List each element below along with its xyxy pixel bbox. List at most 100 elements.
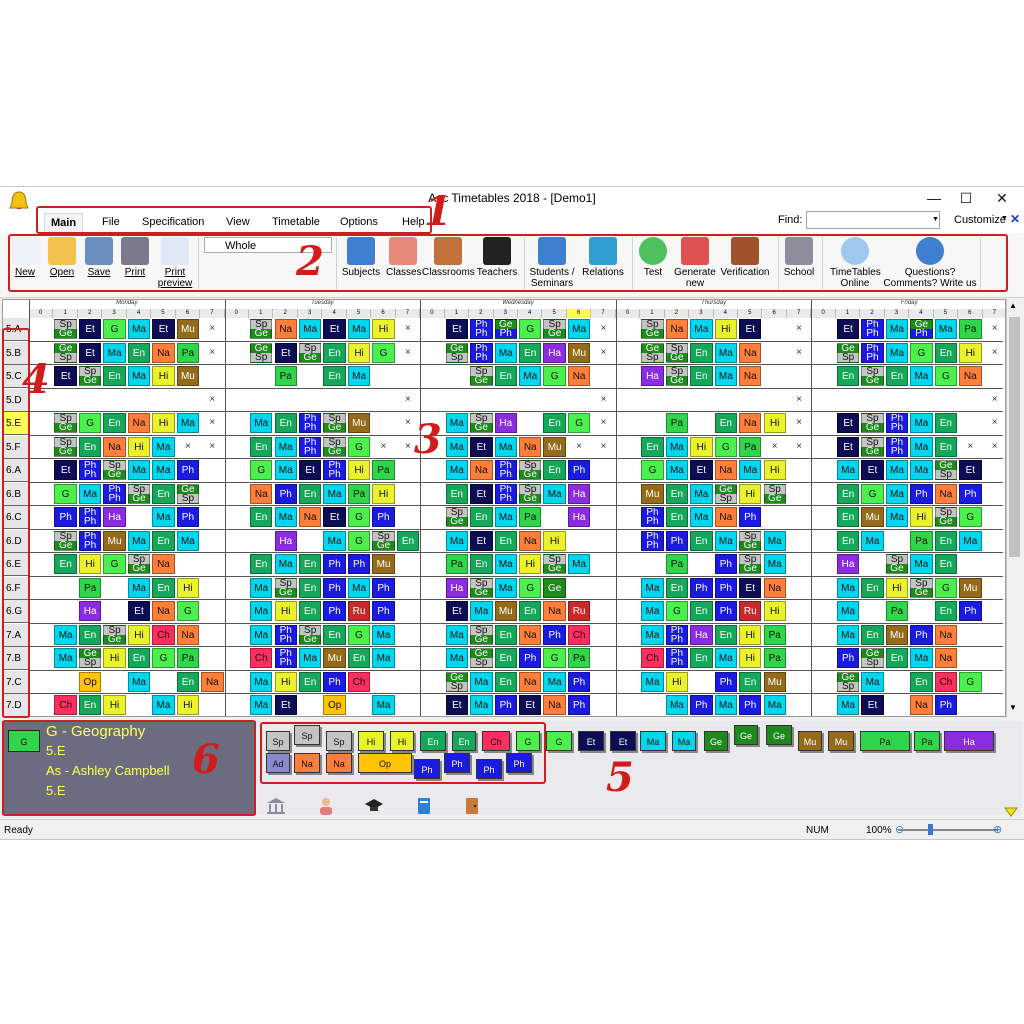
lesson-card[interactable]: Mu [861,507,884,527]
lesson-card[interactable]: Ph [959,601,982,621]
lesson-card[interactable]: Ge Sp [470,648,493,668]
lesson-card[interactable]: Ph Ph [641,530,664,551]
lesson-card[interactable]: Ma [934,319,958,339]
lesson-card[interactable]: Hi [103,648,126,668]
lesson-card[interactable]: En [323,342,346,363]
lesson-card[interactable]: En [274,413,297,433]
lesson-card[interactable]: Ma [494,342,517,363]
lesson-card[interactable]: Hi [739,624,762,645]
lesson-card[interactable]: Mu [567,342,591,363]
lesson-card[interactable]: En [739,671,762,692]
lesson-card[interactable]: En [690,366,713,386]
lesson-card[interactable]: Ma [78,483,102,504]
lesson-card[interactable]: Hi [519,554,542,574]
lesson-card[interactable]: Na [201,671,224,692]
lesson-card[interactable]: Mu [176,319,200,339]
period-header[interactable]: 1 [444,309,470,318]
period-header[interactable]: 6 [175,309,201,318]
period-header[interactable]: 1 [640,309,665,318]
lesson-card[interactable]: Pa [763,648,786,668]
lesson-card[interactable]: Hi [959,342,982,363]
lesson-card[interactable]: Ch [641,648,664,668]
lesson-card[interactable]: Ma [176,530,200,551]
period-header[interactable]: 6 [958,309,983,318]
period-header[interactable]: 2 [469,309,494,318]
zoom-in-icon[interactable]: ⊕ [993,823,1002,836]
lesson-card[interactable]: G [543,648,566,668]
lesson-card[interactable]: G [347,530,371,551]
period-header[interactable]: 6 [762,309,787,318]
lesson-card[interactable]: En [494,366,517,386]
lesson-card[interactable]: Sp Ge [739,554,762,574]
lesson-card[interactable]: Sp Ge [54,413,77,433]
lesson-card[interactable]: En [54,554,77,574]
lesson-card[interactable]: Ph [54,507,77,527]
lesson-card[interactable]: En [665,507,689,527]
lesson-card[interactable]: Ma [250,601,273,621]
unplaced-lesson-card[interactable]: Mu [798,731,822,751]
lesson-card[interactable]: Ma [714,695,738,715]
unplaced-lesson-card[interactable]: Et [578,731,604,751]
lesson-card[interactable]: Ma [543,671,566,692]
lesson-card[interactable]: En [250,554,273,574]
lesson-card[interactable]: En [103,413,126,433]
lesson-card[interactable]: Ma [274,507,297,527]
lesson-card[interactable]: Mu [885,624,909,645]
lesson-card[interactable]: Ph [567,695,591,715]
lesson-card[interactable]: Sp Ge [665,366,689,386]
unplaced-lesson-card[interactable]: Ha [944,731,994,751]
lesson-card[interactable]: Op [78,671,102,692]
lesson-card[interactable]: Ma [127,671,151,692]
lesson-card[interactable]: Sp Ge [934,507,958,527]
lesson-card[interactable]: Ma [690,483,713,504]
lesson-card[interactable]: Sp Ge [54,319,77,339]
lesson-card[interactable]: Ma [641,601,664,621]
lesson-card[interactable]: Pa [78,577,102,598]
lesson-card[interactable]: Na [519,671,542,692]
lesson-card[interactable]: Ma [836,601,860,621]
lesson-card[interactable]: Hi [714,319,738,339]
unplaced-lesson-card[interactable]: Ge [704,731,728,751]
lesson-card[interactable]: Mu [372,554,395,574]
period-header[interactable]: 0 [29,309,54,318]
zoom-slider[interactable] [898,829,998,831]
period-header[interactable]: 7 [200,309,225,318]
lesson-card[interactable]: Hi [763,601,786,621]
lesson-card[interactable]: Et [861,460,884,480]
lesson-card[interactable]: En [250,436,273,457]
lesson-card[interactable]: Pa [274,366,297,386]
lesson-card[interactable]: Ma [152,507,175,527]
lesson-card[interactable]: Mu [347,413,371,433]
lesson-card[interactable]: Pa [519,507,542,527]
unplaced-lesson-card[interactable]: G [546,731,572,751]
lesson-card[interactable]: Ma [885,342,909,363]
lesson-card[interactable]: Ph [739,695,762,715]
lesson-card[interactable]: Ma [641,624,664,645]
lesson-card[interactable]: Et [690,460,713,480]
lesson-card[interactable]: En [934,601,958,621]
lesson-card[interactable]: Na [739,342,762,363]
find-input[interactable] [806,211,940,229]
lesson-card[interactable]: Ma [54,648,77,668]
lesson-card[interactable]: G [934,577,958,598]
lesson-card[interactable]: Sp Ge [103,624,126,645]
lesson-card[interactable]: Ph [372,507,395,527]
lesson-card[interactable]: Na [103,436,126,457]
lesson-card[interactable]: Na [519,624,542,645]
lesson-card[interactable]: Ma [714,530,738,551]
lesson-card[interactable]: Ma [641,577,664,598]
lesson-card[interactable]: G [347,507,371,527]
lesson-card[interactable]: G [959,671,982,692]
lesson-card[interactable]: Ph [690,577,713,598]
lesson-card[interactable]: Pa [176,648,200,668]
lesson-card[interactable]: En [519,601,542,621]
lesson-card[interactable]: Ph [274,483,297,504]
lesson-card[interactable]: Ma [250,695,273,715]
lesson-card[interactable]: Et [298,460,322,480]
lesson-card[interactable]: Ph [739,507,762,527]
lesson-card[interactable]: Ma [494,507,517,527]
unplaced-lesson-card[interactable]: Et [610,731,636,751]
lesson-card[interactable]: Ha [274,530,297,551]
lesson-card[interactable]: Ma [910,460,933,480]
unplaced-lesson-card[interactable]: Ma [640,731,666,751]
